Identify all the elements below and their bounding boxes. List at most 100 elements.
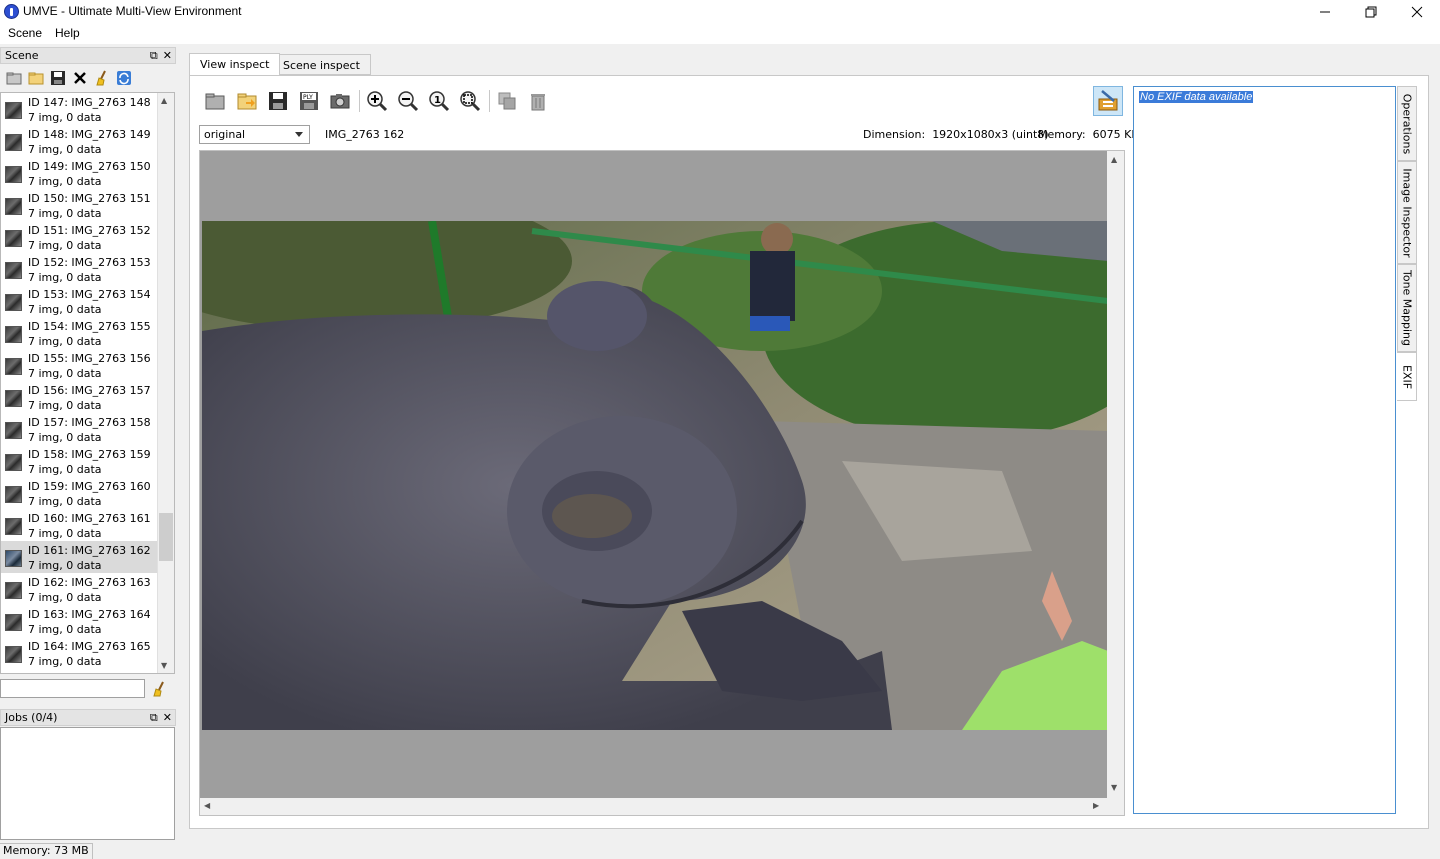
scene-list-scrollbar[interactable]: ▲ ▼ [157,93,174,673]
scene-dock-label: Scene [5,49,39,62]
list-item[interactable]: ID 156: IMG_2763 157 7 img, 0 data [1,381,158,413]
close-button[interactable] [1394,0,1440,23]
embedding-select[interactable]: original [199,125,310,144]
menu-help[interactable]: Help [55,26,80,40]
zoom-fit-button[interactable] [458,89,482,113]
thumbnail-icon [5,262,22,279]
scene-toolbar [0,67,176,91]
view-name-label: IMG_2763 162 [325,128,405,141]
list-item[interactable]: ID 160: IMG_2763 161 7 img, 0 data [1,509,158,541]
exif-message: No EXIF data available [1139,91,1254,103]
open-file-button[interactable] [235,89,259,113]
tab-operations[interactable]: Operations [1397,86,1417,161]
tab-operations-label: Operations [1400,93,1414,154]
clear-icon[interactable] [72,70,88,86]
screenshot-button[interactable] [328,89,352,113]
list-item[interactable]: ID 151: IMG_2763 152 7 img, 0 data [1,221,158,253]
scrollbar-thumb[interactable] [159,513,173,561]
scroll-right-icon[interactable]: ▶ [1093,801,1099,810]
scene-filter-input[interactable] [0,679,145,698]
title-bar: UMVE - Ultimate Multi-View Environment [0,0,1440,23]
zoom-out-button[interactable] [396,89,420,113]
list-item[interactable]: ID 150: IMG_2763 151 7 img, 0 data [1,189,158,221]
status-memory: Memory: 73 MB [0,843,93,859]
tab-image-inspector-label: Image Inspector [1400,167,1414,258]
jobs-dock-label: Jobs (0/4) [5,711,58,724]
scene-dock-title: Scene ⧉ ✕ [0,47,176,64]
open-file-icon[interactable] [28,70,44,86]
restore-icon [1365,6,1377,17]
save-icon[interactable] [50,70,66,86]
list-item[interactable]: ID 154: IMG_2763 155 7 img, 0 data [1,317,158,349]
settings-toggle-button[interactable] [1093,86,1123,116]
open-folder-icon[interactable] [6,70,22,86]
open-view-button[interactable] [203,89,227,113]
list-item[interactable]: ID 152: IMG_2763 153 7 img, 0 data [1,253,158,285]
open-icon [205,93,225,110]
dimension-value: 1920x1080x3 (uint8) [932,128,1049,141]
scroll-up-icon[interactable]: ▲ [161,96,167,105]
menu-scene[interactable]: Scene [8,26,42,40]
dimension-label: Dimension: [863,128,926,141]
tab-view-inspect[interactable]: View inspect [189,53,281,75]
menu-bar: Scene Help [0,23,1440,44]
scroll-down-icon[interactable]: ▼ [1111,783,1117,792]
thumbnail-icon [5,102,22,119]
export-ply-icon: PLY [300,92,318,110]
list-item[interactable]: ID 164: IMG_2763 165 7 img, 0 data [1,637,158,669]
thumbnail-icon [5,166,22,183]
scroll-up-icon[interactable]: ▲ [1111,155,1117,164]
float-icon[interactable]: ⧉ [150,710,158,725]
zoom-in-button[interactable] [365,89,389,113]
scene-list[interactable]: ID 147: IMG_2763 148 7 img, 0 data ID 148… [0,92,175,674]
maximize-button[interactable] [1348,0,1394,23]
tab-scene-inspect[interactable]: Scene inspect [272,54,371,75]
delete-button[interactable] [526,89,550,113]
save-button[interactable] [266,89,290,113]
zoom-out-icon [398,91,419,112]
close-icon[interactable]: ✕ [163,48,172,63]
tab-exif[interactable]: EXIF [1397,352,1417,401]
camera-icon [330,94,350,109]
list-item[interactable]: ID 158: IMG_2763 159 7 img, 0 data [1,445,158,477]
tab-tone-mapping[interactable]: Tone Mapping [1397,264,1417,352]
dimension-info: Dimension: 1920x1080x3 (uint8) [863,128,1049,141]
list-item[interactable]: ID 147: IMG_2763 148 7 img, 0 data [1,93,158,125]
list-item[interactable]: ID 148: IMG_2763 149 7 img, 0 data [1,125,158,157]
viewer-horizontal-scrollbar[interactable]: ◀ ▶ [200,798,1124,815]
list-item[interactable]: ID 155: IMG_2763 156 7 img, 0 data [1,349,158,381]
status-bar [0,841,1440,859]
list-item[interactable]: ID 149: IMG_2763 150 7 img, 0 data [1,157,158,189]
list-item[interactable]: ID 157: IMG_2763 158 7 img, 0 data [1,413,158,445]
copy-button[interactable] [495,89,519,113]
minimize-button[interactable] [1302,0,1348,23]
thumbnail-icon [5,390,22,407]
viewer-vertical-scrollbar[interactable]: ▲ ▼ [1107,151,1124,799]
toolbar-separator [359,90,360,112]
thumbnail-icon [5,646,22,663]
scroll-left-icon[interactable]: ◀ [204,801,210,810]
thumbnail-icon [5,134,22,151]
close-icon[interactable]: ✕ [163,710,172,725]
image-viewer[interactable]: ▲ ▼ ◀ ▶ [199,150,1125,816]
scroll-down-icon[interactable]: ▼ [161,661,167,670]
float-icon[interactable]: ⧉ [150,48,158,63]
memory-label: Memory: [1038,128,1086,141]
jobs-list[interactable] [0,727,175,840]
export-ply-button[interactable]: PLY [297,89,321,113]
reload-icon[interactable] [116,70,132,86]
tab-image-inspector[interactable]: Image Inspector [1397,161,1417,264]
thumbnail-icon [5,230,22,247]
clean-icon[interactable] [94,70,110,86]
app-logo-icon [4,4,19,19]
list-item[interactable]: ID 159: IMG_2763 160 7 img, 0 data [1,477,158,509]
list-item[interactable]: ID 162: IMG_2763 163 7 img, 0 data [1,573,158,605]
list-item[interactable]: ID 153: IMG_2763 154 7 img, 0 data [1,285,158,317]
clear-filter-icon[interactable] [151,681,167,697]
exif-panel[interactable] [1133,86,1396,814]
thumbnail-icon [5,582,22,599]
list-item-selected[interactable]: ID 161: IMG_2763 162 7 img, 0 data [1,541,158,573]
zoom-reset-button[interactable]: 1 [427,89,451,113]
thumbnail-icon [5,358,22,375]
list-item[interactable]: ID 163: IMG_2763 164 7 img, 0 data [1,605,158,637]
